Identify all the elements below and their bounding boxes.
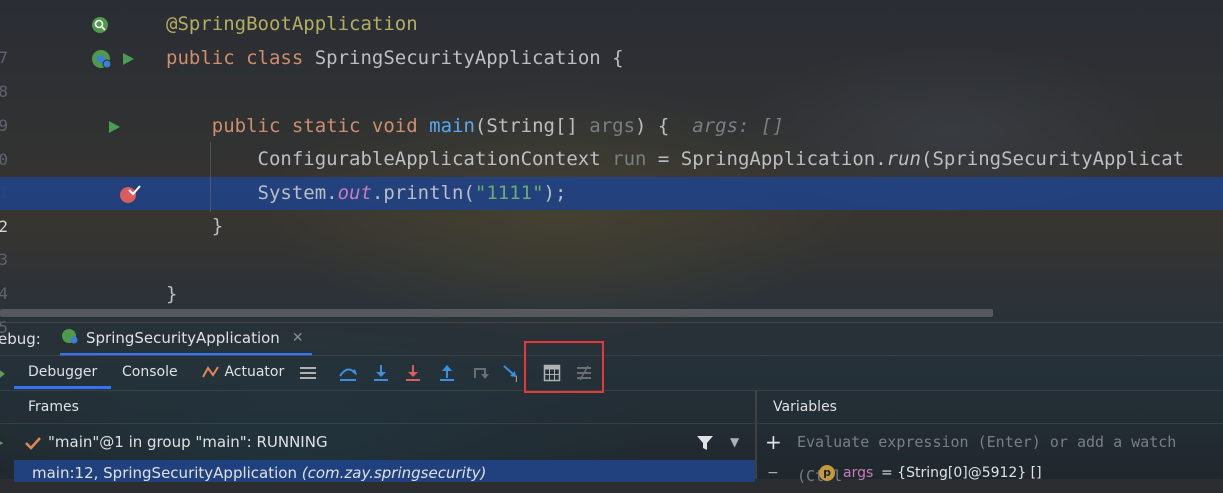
spring-boot-icon[interactable] xyxy=(90,42,114,75)
frames-panel-title: Frames xyxy=(0,390,755,424)
tab-actuator[interactable]: Actuator xyxy=(202,356,284,388)
code-line[interactable]: 3 } xyxy=(0,210,1223,269)
code-line[interactable]: 1 ConfigurableApplicationContext run = S… xyxy=(0,143,1223,202)
debug-tool-window-header: ebug: SpringSecurityApplication ✕ xyxy=(0,322,1223,356)
chevron-down-icon[interactable]: ▼ xyxy=(730,425,739,459)
variable-value: = {String[0]@5912} [] xyxy=(881,465,1042,481)
spring-bean-icon[interactable] xyxy=(90,8,110,41)
debug-label: ebug: xyxy=(0,330,41,348)
thread-label: "main"@1 in group "main": RUNNING xyxy=(48,433,328,451)
indent-guide xyxy=(210,142,211,212)
code-text: } xyxy=(166,215,224,237)
running-indicator-icon: ▸ xyxy=(0,425,4,459)
close-icon[interactable]: ✕ xyxy=(292,330,304,346)
breakpoint-icon[interactable] xyxy=(118,177,142,210)
current-execution-line[interactable]: 2 System.out.println("1111"); xyxy=(0,177,1223,236)
code-editor[interactable]: 7 @SpringBootApplication 8 public class … xyxy=(0,0,1223,337)
drop-frame-icon[interactable] xyxy=(470,363,490,383)
code-line[interactable]: 4 xyxy=(0,244,1223,303)
add-watch-icon[interactable]: + xyxy=(765,425,782,459)
code-text: public class SpringSecurityApplication { xyxy=(166,47,624,69)
code-line[interactable]: 9 xyxy=(0,76,1223,135)
step-out-icon[interactable] xyxy=(437,363,457,383)
tab-console[interactable]: Console xyxy=(122,356,178,388)
code-text: @SpringBootApplication xyxy=(166,13,418,35)
frame-package: (com.zay.springsecurity) xyxy=(301,464,487,482)
run-gutter-icon[interactable] xyxy=(106,110,122,143)
force-step-into-icon[interactable] xyxy=(403,363,423,383)
svg-text:I: I xyxy=(515,375,518,383)
menu-icon[interactable] xyxy=(298,363,318,383)
restore-layout-icon[interactable] xyxy=(0,364,12,384)
code-text: } xyxy=(166,283,178,305)
code-line[interactable]: 5 } xyxy=(0,278,1223,337)
debugger-toolbar: Debugger Console Actuator I xyxy=(0,355,1223,391)
thread-selector[interactable]: ▸ "main"@1 in group "main": RUNNING ▼ xyxy=(0,425,755,459)
thread-status-icon xyxy=(24,425,42,459)
code-text: System.out.println("1111"); xyxy=(166,182,567,204)
parameter-badge-icon: p xyxy=(819,460,835,486)
tab-actuator-label: Actuator xyxy=(224,364,285,380)
session-name: SpringSecurityApplication xyxy=(86,329,280,347)
debug-session-tab[interactable]: SpringSecurityApplication ✕ xyxy=(60,323,312,356)
minus-icon[interactable]: − xyxy=(767,460,779,486)
horizontal-scrollbar[interactable] xyxy=(0,309,993,317)
variable-name: args xyxy=(843,465,874,481)
spring-boot-icon xyxy=(60,327,80,349)
code-line[interactable]: 7 @SpringBootApplication xyxy=(0,8,1223,67)
variables-panel-title: Variables xyxy=(757,390,1223,424)
frame-label: main:12, SpringSecurityApplication xyxy=(32,464,297,482)
inlay-hint: args: [] xyxy=(692,115,784,137)
step-into-icon[interactable] xyxy=(371,363,391,383)
code-line[interactable]: 0 public static void main(String[] args)… xyxy=(0,110,1223,169)
run-gutter-icon[interactable] xyxy=(120,42,136,75)
code-text: public static void main(String[] args) {… xyxy=(166,115,784,137)
watch-input-row[interactable]: + Evaluate expression (Enter) or add a w… xyxy=(757,425,1223,485)
run-to-cursor-icon[interactable]: I xyxy=(502,363,522,383)
code-line[interactable]: 8 public class SpringSecurityApplication… xyxy=(0,42,1223,101)
filter-icon[interactable] xyxy=(696,425,714,459)
step-over-icon[interactable] xyxy=(338,363,358,383)
tab-debugger[interactable]: Debugger xyxy=(14,356,112,389)
highlight-box xyxy=(524,341,604,393)
code-text: ConfigurableApplicationContext run = Spr… xyxy=(166,148,1185,170)
